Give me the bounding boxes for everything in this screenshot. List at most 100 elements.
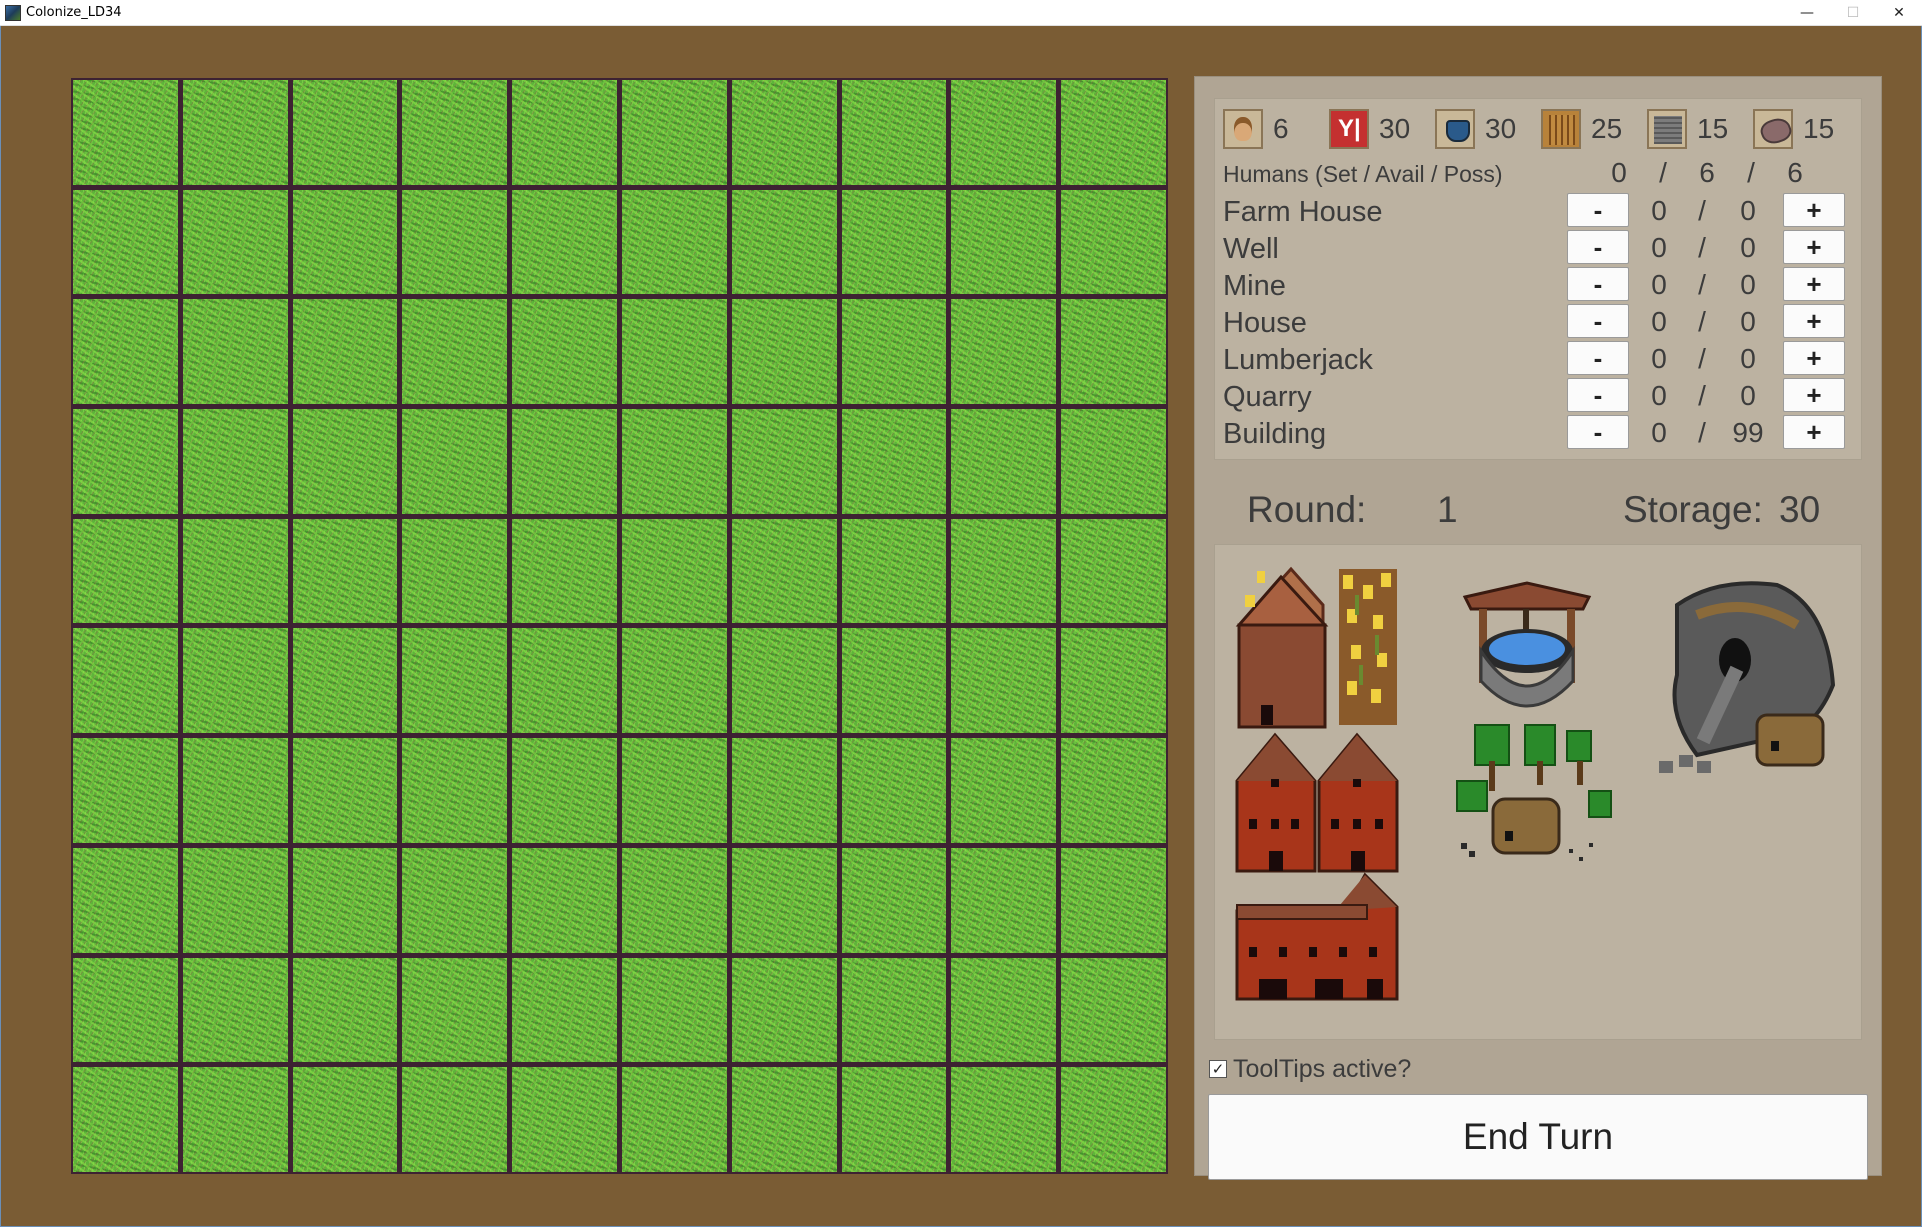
- grass-tile[interactable]: [731, 189, 837, 295]
- grass-tile[interactable]: [73, 409, 178, 514]
- grass-tile[interactable]: [951, 409, 1057, 514]
- grass-tile[interactable]: [1061, 409, 1166, 514]
- grass-tile[interactable]: [731, 1067, 837, 1172]
- add-worker-button[interactable]: +: [1783, 341, 1845, 375]
- grass-tile[interactable]: [841, 738, 947, 843]
- grass-tile[interactable]: [622, 299, 727, 405]
- grass-tile[interactable]: [951, 299, 1057, 405]
- grass-tile[interactable]: [292, 80, 398, 185]
- grass-tile[interactable]: [731, 518, 837, 624]
- grass-tile[interactable]: [622, 189, 727, 295]
- storage-building-icon[interactable]: [1235, 871, 1401, 1001]
- grass-tile[interactable]: [622, 957, 727, 1063]
- grass-tile[interactable]: [73, 80, 178, 185]
- grass-tile[interactable]: [841, 1067, 947, 1172]
- grass-tile[interactable]: [622, 1067, 727, 1172]
- grass-tile[interactable]: [841, 80, 947, 185]
- grass-tile[interactable]: [182, 628, 288, 734]
- house-icon[interactable]: [1235, 731, 1401, 873]
- grass-tile[interactable]: [512, 518, 617, 624]
- grass-tile[interactable]: [292, 299, 398, 405]
- tooltips-checkbox[interactable]: ✓: [1209, 1060, 1227, 1078]
- grass-tile[interactable]: [73, 189, 178, 295]
- grass-tile[interactable]: [841, 299, 947, 405]
- grass-tile[interactable]: [512, 1067, 617, 1172]
- grass-tile[interactable]: [73, 299, 178, 405]
- grass-tile[interactable]: [402, 738, 508, 843]
- end-turn-button[interactable]: End Turn: [1208, 1094, 1868, 1180]
- grass-tile[interactable]: [841, 409, 947, 514]
- grass-tile[interactable]: [1061, 518, 1166, 624]
- remove-worker-button[interactable]: -: [1567, 304, 1629, 338]
- grass-tile[interactable]: [402, 628, 508, 734]
- grass-tile[interactable]: [1061, 628, 1166, 734]
- grass-tile[interactable]: [292, 957, 398, 1063]
- grass-tile[interactable]: [1061, 189, 1166, 295]
- grass-tile[interactable]: [731, 299, 837, 405]
- grass-tile[interactable]: [182, 189, 288, 295]
- grass-tile[interactable]: [512, 80, 617, 185]
- grass-tile[interactable]: [402, 189, 508, 295]
- grass-tile[interactable]: [951, 628, 1057, 734]
- grass-tile[interactable]: [841, 189, 947, 295]
- grass-tile[interactable]: [841, 518, 947, 624]
- mine-icon[interactable]: [1657, 575, 1837, 775]
- grass-tile[interactable]: [73, 738, 178, 843]
- grass-tile[interactable]: [182, 80, 288, 185]
- grass-tile[interactable]: [951, 189, 1057, 295]
- add-worker-button[interactable]: +: [1783, 378, 1845, 412]
- grass-tile[interactable]: [512, 189, 617, 295]
- grass-tile[interactable]: [731, 738, 837, 843]
- grass-tile[interactable]: [402, 299, 508, 405]
- remove-worker-button[interactable]: -: [1567, 415, 1629, 449]
- add-worker-button[interactable]: +: [1783, 304, 1845, 338]
- grass-tile[interactable]: [622, 738, 727, 843]
- grass-tile[interactable]: [182, 847, 288, 953]
- grass-tile[interactable]: [841, 957, 947, 1063]
- remove-worker-button[interactable]: -: [1567, 267, 1629, 301]
- grass-tile[interactable]: [731, 80, 837, 185]
- grass-tile[interactable]: [1061, 80, 1166, 185]
- grass-tile[interactable]: [622, 409, 727, 514]
- grass-tile[interactable]: [73, 847, 178, 953]
- remove-worker-button[interactable]: -: [1567, 230, 1629, 264]
- grass-tile[interactable]: [402, 1067, 508, 1172]
- grass-tile[interactable]: [731, 628, 837, 734]
- well-icon[interactable]: [1461, 581, 1593, 721]
- grass-tile[interactable]: [182, 957, 288, 1063]
- grass-tile[interactable]: [402, 847, 508, 953]
- grass-tile[interactable]: [731, 957, 837, 1063]
- grass-tile[interactable]: [1061, 1067, 1166, 1172]
- remove-worker-button[interactable]: -: [1567, 378, 1629, 412]
- grass-tile[interactable]: [292, 847, 398, 953]
- remove-worker-button[interactable]: -: [1567, 193, 1629, 227]
- grass-tile[interactable]: [402, 80, 508, 185]
- grass-tile[interactable]: [292, 628, 398, 734]
- grass-tile[interactable]: [182, 1067, 288, 1172]
- lumberjack-icon[interactable]: [1455, 721, 1615, 867]
- grass-tile[interactable]: [292, 738, 398, 843]
- grass-tile[interactable]: [622, 518, 727, 624]
- minimize-button[interactable]: —: [1784, 0, 1830, 26]
- grass-tile[interactable]: [512, 628, 617, 734]
- grass-tile[interactable]: [292, 189, 398, 295]
- grass-tile[interactable]: [512, 409, 617, 514]
- close-button[interactable]: ✕: [1876, 0, 1922, 26]
- grass-tile[interactable]: [731, 409, 837, 514]
- grass-tile[interactable]: [622, 80, 727, 185]
- grass-tile[interactable]: [1061, 957, 1166, 1063]
- grass-tile[interactable]: [1061, 738, 1166, 843]
- remove-worker-button[interactable]: -: [1567, 341, 1629, 375]
- grass-tile[interactable]: [182, 409, 288, 514]
- grass-tile[interactable]: [73, 1067, 178, 1172]
- grass-tile[interactable]: [73, 957, 178, 1063]
- grass-tile[interactable]: [512, 957, 617, 1063]
- grass-tile[interactable]: [841, 628, 947, 734]
- grass-tile[interactable]: [841, 847, 947, 953]
- grass-tile[interactable]: [402, 957, 508, 1063]
- grass-tile[interactable]: [182, 299, 288, 405]
- grass-tile[interactable]: [73, 518, 178, 624]
- grass-tile[interactable]: [951, 518, 1057, 624]
- grass-tile[interactable]: [622, 628, 727, 734]
- grass-tile[interactable]: [951, 1067, 1057, 1172]
